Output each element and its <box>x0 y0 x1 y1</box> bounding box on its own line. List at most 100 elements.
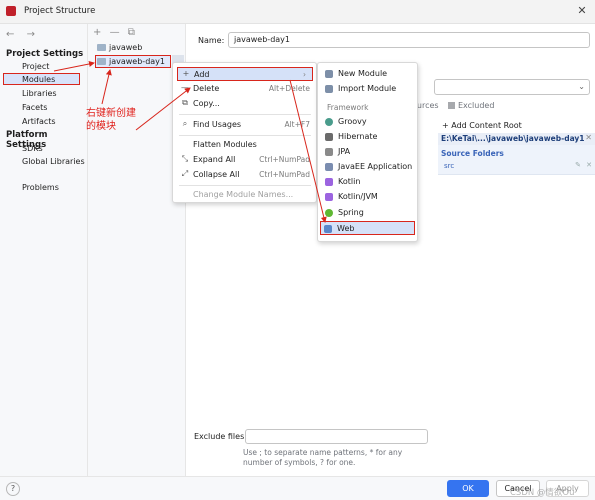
remove-source-folder-icon[interactable]: ✕ <box>586 161 592 169</box>
submenu-item-web[interactable]: Web <box>320 221 415 235</box>
plus-icon: + <box>442 121 452 130</box>
minus-icon: — <box>181 83 189 92</box>
submenu-item-label: Web <box>337 224 355 233</box>
menu-item-find-usages[interactable]: ⌕ Find Usages Alt+F7 <box>173 118 316 132</box>
annotation-line-1: 右键新创建 <box>86 108 136 119</box>
submenu-arrow-icon: › <box>303 70 306 79</box>
menu-item-copy[interactable]: ⧉ Copy... <box>173 97 316 111</box>
excluded-tab[interactable]: Excluded <box>448 101 494 110</box>
add-content-root-label: Add Content Root <box>451 121 522 130</box>
submenu-item-new-module[interactable]: New Module <box>322 67 415 81</box>
menu-item-label: Find Usages <box>193 120 242 129</box>
menu-item-label: Collapse All <box>193 170 240 179</box>
groovy-icon <box>325 118 333 126</box>
exclude-files-input[interactable] <box>245 429 428 444</box>
menu-separator <box>179 185 311 186</box>
menu-item-label: Copy... <box>193 99 220 108</box>
submenu-item-label: Kotlin <box>338 177 361 186</box>
platform-settings-header: Platform Settings <box>6 130 48 150</box>
submenu-item-label: JavaEE Application <box>338 162 413 171</box>
content-root-row[interactable]: E:\KeTai\...\javaweb\javaweb-day1 ✕ <box>438 133 595 145</box>
submenu-item-label: New Module <box>338 69 388 78</box>
annotation-line-2: 的模块 <box>86 121 116 132</box>
tree-item-label: javaweb <box>109 43 143 52</box>
back-arrow-icon[interactable]: ← <box>6 29 14 40</box>
nav-arrows: ← → <box>6 29 44 40</box>
menu-item-shortcut: Alt+Delete <box>268 84 310 93</box>
window-title: Project Structure <box>24 6 96 16</box>
content-root-path: E:\KeTai\...\javaweb\javaweb-day1 <box>441 134 585 143</box>
submenu-item-jpa[interactable]: JPA <box>322 145 415 159</box>
submenu-item-import-module[interactable]: Import Module <box>322 82 415 96</box>
menu-item-label: Add <box>194 70 210 79</box>
submenu-item-label: Spring <box>338 208 364 217</box>
nav-item-problems[interactable]: Problems <box>22 183 59 192</box>
submenu-item-label: JPA <box>338 147 351 156</box>
nav-item-libraries[interactable]: Libraries <box>22 89 57 98</box>
web-icon <box>324 225 332 233</box>
source-folders-title: Source Folders <box>441 149 504 158</box>
menu-item-expand-all[interactable]: ⤡ Expand All Ctrl+NumPad <box>173 153 316 167</box>
menu-item-shortcut: Ctrl+NumPad <box>259 155 310 164</box>
nav-item-project[interactable]: Project <box>22 62 49 71</box>
remove-content-root-icon[interactable]: ✕ <box>585 133 592 142</box>
jpa-icon <box>325 148 333 156</box>
submenu-item-spring[interactable]: Spring <box>322 206 415 220</box>
nav-item-modules[interactable]: Modules <box>22 75 55 84</box>
menu-separator <box>179 135 311 136</box>
exclude-files-label: Exclude files: <box>194 432 247 441</box>
menu-item-collapse-all[interactable]: ⤢ Collapse All Ctrl+NumPad <box>173 168 316 182</box>
menu-item-flatten-modules[interactable]: Flatten Modules <box>173 138 316 152</box>
submenu-item-kotlin[interactable]: Kotlin <box>322 175 415 189</box>
menu-item-add[interactable]: + Add › <box>177 67 313 81</box>
submenu-item-kotlin-jvm[interactable]: Kotlin/JVM <box>322 190 415 204</box>
submenu-item-label: Kotlin/JVM <box>338 192 378 201</box>
hibernate-icon <box>325 133 333 141</box>
close-icon[interactable]: ✕ <box>575 4 589 18</box>
nav-item-facets[interactable]: Facets <box>22 103 47 112</box>
javaee-icon <box>325 163 333 171</box>
expand-all-icon: ⤡ <box>181 154 189 163</box>
import-module-icon <box>325 85 333 93</box>
source-folders-section: Source Folders src ✎ ✕ <box>438 145 595 175</box>
remove-icon[interactable]: — <box>110 27 120 38</box>
excluded-label: Excluded <box>458 101 495 110</box>
add-content-root-button[interactable]: + Add Content Root <box>442 121 522 130</box>
sdk-dropdown[interactable]: ⌄ <box>434 79 590 95</box>
help-icon[interactable]: ? <box>6 482 20 496</box>
tree-item-javaweb[interactable]: javaweb <box>97 43 142 52</box>
exclude-files-hint: Use ; to separate name patterns, * for a… <box>243 448 403 467</box>
menu-item-label: Delete <box>193 84 220 93</box>
content-root-panel: + Add Content Root E:\KeTai\...\javaweb\… <box>438 118 595 204</box>
ok-button[interactable]: OK <box>447 480 489 497</box>
menu-item-delete[interactable]: — Delete Alt+Delete <box>173 82 316 96</box>
source-folder-item[interactable]: src <box>444 162 454 170</box>
menu-item-label: Flatten Modules <box>193 140 257 149</box>
settings-sidebar: ← → Project Settings Project Modules Lib… <box>0 24 88 476</box>
add-icon[interactable]: + <box>93 27 101 38</box>
project-settings-header: Project Settings <box>6 49 84 59</box>
name-label: Name: <box>198 36 225 45</box>
submenu-item-groovy[interactable]: Groovy <box>322 115 415 129</box>
title-bar: Project Structure ✕ <box>0 0 595 24</box>
submenu-item-javaee-application[interactable]: JavaEE Application <box>322 160 415 174</box>
edit-icon[interactable]: ✎ <box>575 161 581 169</box>
tree-item-label: javaweb-day1 <box>109 57 165 66</box>
submenu-item-hibernate[interactable]: Hibernate <box>322 130 415 144</box>
tree-item-javaweb-day1[interactable]: javaweb-day1 <box>97 57 165 66</box>
copy-icon[interactable]: ⧉ <box>128 27 135 38</box>
nav-item-sdks[interactable]: SDKs <box>22 144 43 153</box>
menu-item-change-module-names: Change Module Names... <box>173 188 316 202</box>
forward-arrow-icon[interactable]: → <box>27 29 35 40</box>
copy-icon: ⧉ <box>182 98 188 107</box>
menu-separator <box>179 114 311 115</box>
submenu-item-label: Hibernate <box>338 132 378 141</box>
excluded-folder-icon <box>448 102 455 109</box>
nav-item-artifacts[interactable]: Artifacts <box>22 117 56 126</box>
menu-item-shortcut: Alt+F7 <box>284 120 310 129</box>
module-name-input[interactable]: javaweb-day1 <box>228 32 590 48</box>
kotlin-jvm-icon <box>325 193 333 201</box>
csdn-watermark: CSDN @情欲Ou <box>510 488 575 498</box>
new-module-icon <box>325 70 333 78</box>
nav-item-global-libraries[interactable]: Global Libraries <box>22 157 85 166</box>
